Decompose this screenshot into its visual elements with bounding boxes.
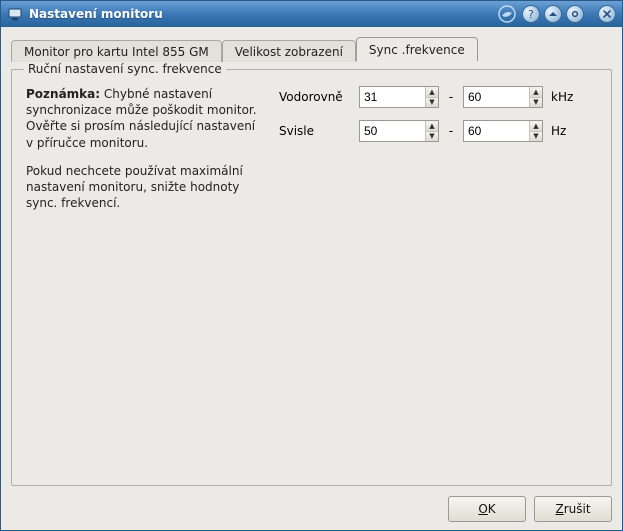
spin-down-icon[interactable]: ▼	[426, 132, 438, 142]
spin-up-icon[interactable]: ▲	[426, 121, 438, 132]
window: Nastavení monitoru ? Monitor pro k	[0, 0, 623, 531]
cancel-button[interactable]: Zrušit	[534, 496, 612, 522]
vertical-row: Svisle ▲ ▼ -	[279, 120, 597, 142]
maximize-button[interactable]	[566, 5, 584, 23]
spin-up-icon[interactable]: ▲	[530, 121, 542, 132]
spin-arrows: ▲ ▼	[529, 87, 542, 107]
content-area: Monitor pro kartu Intel 855 GM Velikost …	[1, 27, 622, 530]
vertical-unit: Hz	[551, 124, 581, 138]
tab-monitor[interactable]: Monitor pro kartu Intel 855 GM	[11, 40, 222, 62]
spin-arrows: ▲ ▼	[529, 121, 542, 141]
footer: OK Zrušit	[11, 494, 612, 522]
suse-logo-icon	[498, 5, 516, 23]
shade-button[interactable]	[544, 5, 562, 23]
horizontal-label: Vodorovně	[279, 90, 351, 104]
vertical-max-input[interactable]	[464, 121, 529, 141]
horizontal-min-input[interactable]	[360, 87, 425, 107]
app-icon	[7, 6, 23, 22]
group-legend: Ruční nastavení sync. frekvence	[24, 62, 226, 76]
horizontal-min-spin[interactable]: ▲ ▼	[359, 86, 439, 108]
note-label: Poznámka:	[26, 87, 100, 101]
spin-down-icon[interactable]: ▼	[530, 132, 542, 142]
tab-size[interactable]: Velikost zobrazení	[222, 40, 356, 62]
vertical-min-input[interactable]	[360, 121, 425, 141]
help-button[interactable]: ?	[522, 5, 540, 23]
spin-arrows: ▲ ▼	[425, 87, 438, 107]
window-buttons: ?	[522, 5, 616, 23]
vertical-max-spin[interactable]: ▲ ▼	[463, 120, 543, 142]
window-title: Nastavení monitoru	[29, 7, 492, 21]
horizontal-max-input[interactable]	[464, 87, 529, 107]
spin-up-icon[interactable]: ▲	[426, 87, 438, 98]
close-button[interactable]	[598, 5, 616, 23]
cancel-post: rušit	[564, 502, 591, 516]
note-column: Poznámka: Chybné nastavení synchronizace…	[26, 86, 261, 223]
note-paragraph-2: Pokud nechcete používat maximální nastav…	[26, 163, 261, 212]
dash: -	[447, 90, 455, 104]
tab-bar: Monitor pro kartu Intel 855 GM Velikost …	[11, 37, 612, 61]
spin-down-icon[interactable]: ▼	[530, 98, 542, 108]
ok-button[interactable]: OK	[448, 496, 526, 522]
spin-up-icon[interactable]: ▲	[530, 87, 542, 98]
vertical-label: Svisle	[279, 124, 351, 138]
titlebar: Nastavení monitoru ?	[1, 1, 622, 27]
fields-column: Vodorovně ▲ ▼ -	[279, 86, 597, 223]
horizontal-unit: kHz	[551, 90, 581, 104]
vertical-min-spin[interactable]: ▲ ▼	[359, 120, 439, 142]
sync-groupbox: Ruční nastavení sync. frekvence Poznámka…	[11, 69, 612, 486]
ok-post: K	[488, 502, 496, 516]
dash: -	[447, 124, 455, 138]
horizontal-row: Vodorovně ▲ ▼ -	[279, 86, 597, 108]
spin-arrows: ▲ ▼	[425, 121, 438, 141]
tab-sync[interactable]: Sync .frekvence	[356, 37, 478, 61]
tab-pane: Ruční nastavení sync. frekvence Poznámka…	[11, 69, 612, 486]
ok-mnemonic: O	[478, 502, 487, 516]
spin-down-icon[interactable]: ▼	[426, 98, 438, 108]
horizontal-max-spin[interactable]: ▲ ▼	[463, 86, 543, 108]
note-paragraph-1: Poznámka: Chybné nastavení synchronizace…	[26, 86, 261, 151]
group-body: Poznámka: Chybné nastavení synchronizace…	[26, 86, 597, 223]
cancel-mnemonic: Z	[555, 502, 563, 516]
